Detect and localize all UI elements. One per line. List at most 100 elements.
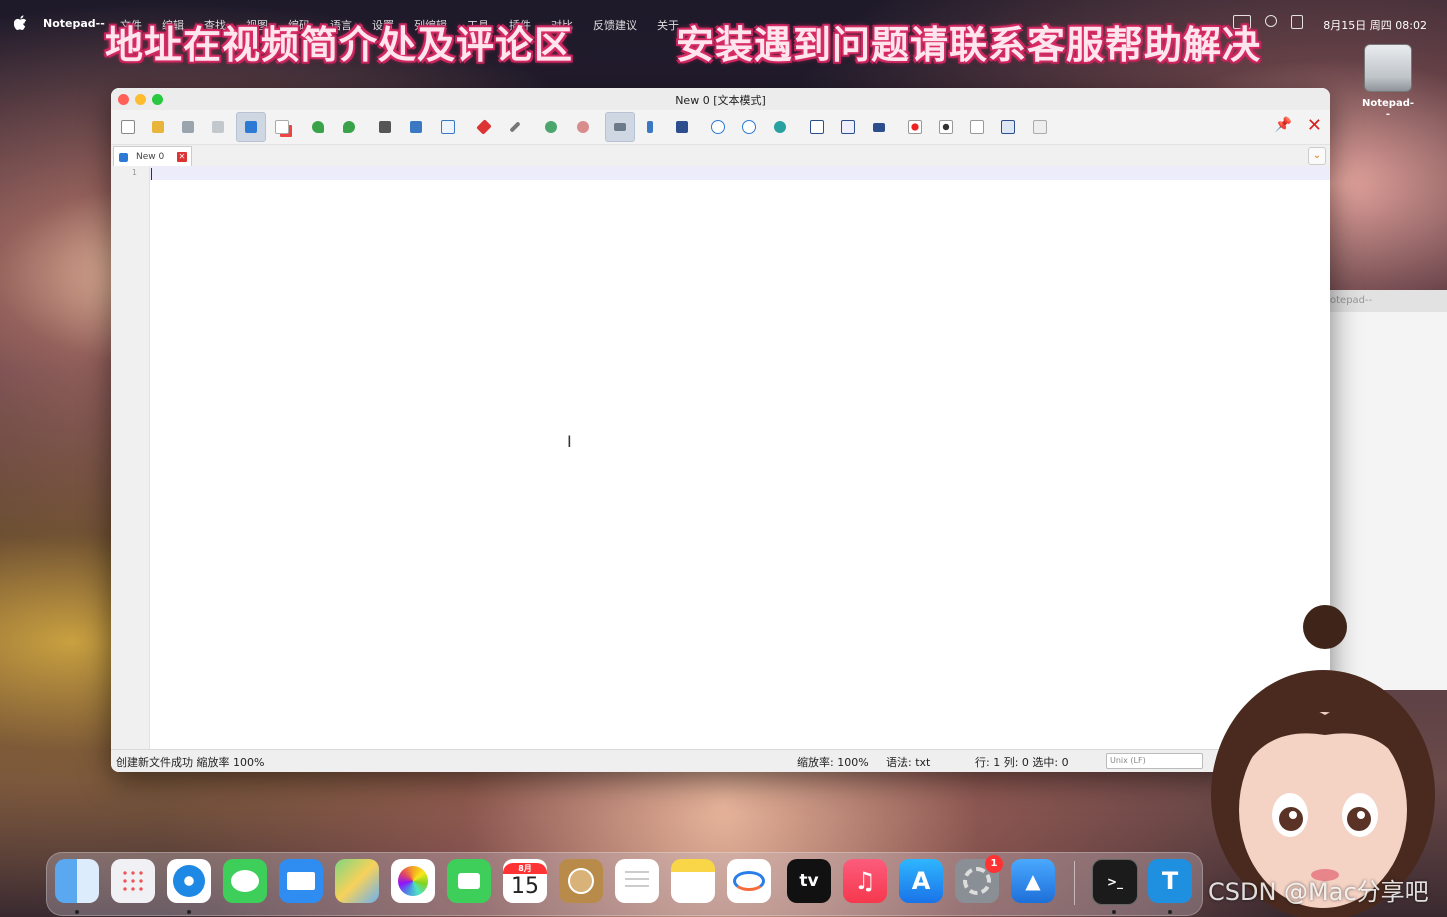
clear-mark-button[interactable] — [504, 116, 526, 138]
dock-divider — [1074, 861, 1075, 905]
monitor-icon — [873, 122, 885, 132]
altool-icon[interactable]: ▲ — [1011, 859, 1055, 903]
binary-compare-button[interactable] — [868, 116, 890, 138]
next-diff-button[interactable] — [738, 116, 760, 138]
compare-button[interactable] — [769, 116, 791, 138]
new-file-button[interactable] — [117, 116, 139, 138]
title-bar[interactable]: New 0 [文本模式] — [111, 88, 1330, 110]
overlay-banner-left: 地址在视频简介处及评论区 — [105, 23, 574, 67]
messages-icon[interactable] — [223, 859, 267, 903]
line-number-gutter: 1 — [111, 166, 150, 750]
zoom-in-button[interactable] — [540, 116, 562, 138]
menu-clock[interactable]: 8月15日 周四 08:02 — [1323, 17, 1427, 33]
show-symbols-button[interactable] — [639, 116, 661, 138]
mail-icon[interactable] — [279, 859, 323, 903]
undo-button[interactable] — [307, 116, 329, 138]
folder-icon — [152, 121, 164, 133]
contacts-icon[interactable] — [559, 859, 603, 903]
calendar-icon[interactable]: 8月 15 — [503, 859, 547, 903]
file-compare-button[interactable] — [806, 116, 828, 138]
tab-close-icon[interactable]: ✕ — [177, 152, 187, 162]
tab-new-0[interactable]: New 0 ✕ — [113, 146, 192, 167]
tab-list-dropdown[interactable]: ⌄ — [1308, 147, 1326, 165]
finder-icon[interactable] — [55, 859, 99, 903]
tab-label: New 0 — [136, 152, 165, 162]
pin-icon[interactable]: 📌 — [1275, 117, 1292, 133]
close-file-button[interactable] — [236, 112, 266, 142]
facetime-icon[interactable] — [447, 859, 491, 903]
photos-icon[interactable] — [391, 859, 435, 903]
terminal-icon[interactable]: >_ — [1092, 859, 1138, 905]
dir-compare-button[interactable] — [837, 116, 859, 138]
find-in-files-button[interactable] — [437, 116, 459, 138]
record-macro-button[interactable] — [904, 116, 926, 138]
chevron-down-icon: ⌄ — [1312, 150, 1322, 161]
play-macro-button[interactable] — [966, 116, 988, 138]
system-settings-icon[interactable]: 1 — [955, 855, 1003, 903]
watermark: CSDN @Mac分享吧 — [1208, 878, 1429, 906]
line-number: 1 — [131, 168, 137, 177]
speech-bubble-icon — [231, 870, 259, 892]
status-zoom: 缩放率: 100% — [797, 756, 869, 769]
app-store-icon[interactable]: A — [899, 859, 943, 903]
overlay-banner-right: 安装遇到问题请联系客服帮助解决 — [676, 23, 1262, 67]
zoom-in-icon — [545, 121, 557, 133]
background-window-title: otepad-- — [1320, 290, 1447, 312]
current-line-highlight — [150, 166, 1330, 180]
control-center-icon[interactable] — [1291, 15, 1303, 29]
save-macro-button[interactable] — [1029, 116, 1051, 138]
desktop-drive[interactable]: Notepad-- — [1360, 44, 1416, 120]
arrow-right-circle-icon — [742, 120, 756, 134]
music-icon[interactable]: ♫ — [843, 859, 887, 903]
find-file-icon — [441, 120, 455, 134]
eraser-icon — [509, 121, 521, 133]
close-icon[interactable]: ✕ — [1307, 117, 1322, 135]
video-camera-icon — [458, 873, 480, 889]
redo-button[interactable] — [338, 116, 360, 138]
notepad-window: New 0 [文本模式] 📌 ✕ New 0 ✕ ⌄ 1 I 创建新文件成功 縮… — [111, 88, 1330, 772]
zoom-out-button[interactable] — [572, 116, 594, 138]
menu-feedback[interactable]: 反馈建议 — [593, 17, 637, 33]
toolbar: 📌 ✕ — [111, 110, 1330, 145]
freeform-icon[interactable] — [727, 859, 771, 903]
close-all-button[interactable] — [271, 116, 293, 138]
maps-icon[interactable] — [335, 859, 379, 903]
list-icon — [625, 871, 649, 891]
save-button[interactable] — [177, 116, 199, 138]
editor-area[interactable]: 1 I — [111, 166, 1330, 750]
status-bar: 创建新文件成功 縮放率 100% 缩放率: 100% 语法: txt 行: 1 … — [111, 749, 1330, 772]
open-file-button[interactable] — [147, 116, 169, 138]
dir-compare-icon — [841, 120, 855, 134]
apple-icon[interactable] — [14, 15, 28, 31]
mark-button[interactable] — [473, 116, 495, 138]
prev-diff-button[interactable] — [707, 116, 729, 138]
apple-tv-icon[interactable]: tv — [787, 859, 831, 903]
launchpad-icon[interactable] — [111, 859, 155, 903]
arrow-left-circle-icon — [711, 120, 725, 134]
undo-icon — [312, 121, 324, 133]
find-button[interactable] — [374, 116, 396, 138]
status-position: 行: 1 列: 0 选中: 0 — [975, 756, 1069, 769]
menu-app-name[interactable]: Notepad-- — [43, 17, 105, 30]
save-macro-icon — [1033, 120, 1047, 134]
record-icon — [908, 120, 922, 134]
wrap-icon — [614, 123, 626, 131]
run-macro-multiple-button[interactable] — [997, 116, 1019, 138]
search-icon[interactable] — [1265, 15, 1277, 27]
document-tab-icon — [119, 152, 128, 162]
terminal-prompt: >_ — [1106, 875, 1124, 889]
reminders-icon[interactable] — [615, 859, 659, 903]
indent-icon — [676, 121, 688, 133]
word-wrap-button[interactable] — [605, 112, 635, 142]
indent-guide-button[interactable] — [671, 116, 693, 138]
stop-macro-button[interactable] — [935, 116, 957, 138]
safari-running-dot — [187, 910, 191, 914]
launchpad-grid-icon — [121, 869, 145, 893]
pilcrow-icon — [647, 121, 653, 133]
notes-icon[interactable] — [671, 859, 715, 903]
save-all-button[interactable] — [207, 116, 229, 138]
scribble-icon — [733, 871, 765, 891]
safari-icon[interactable] — [167, 859, 211, 903]
replace-button[interactable] — [405, 116, 427, 138]
save-all-icon — [212, 121, 224, 133]
